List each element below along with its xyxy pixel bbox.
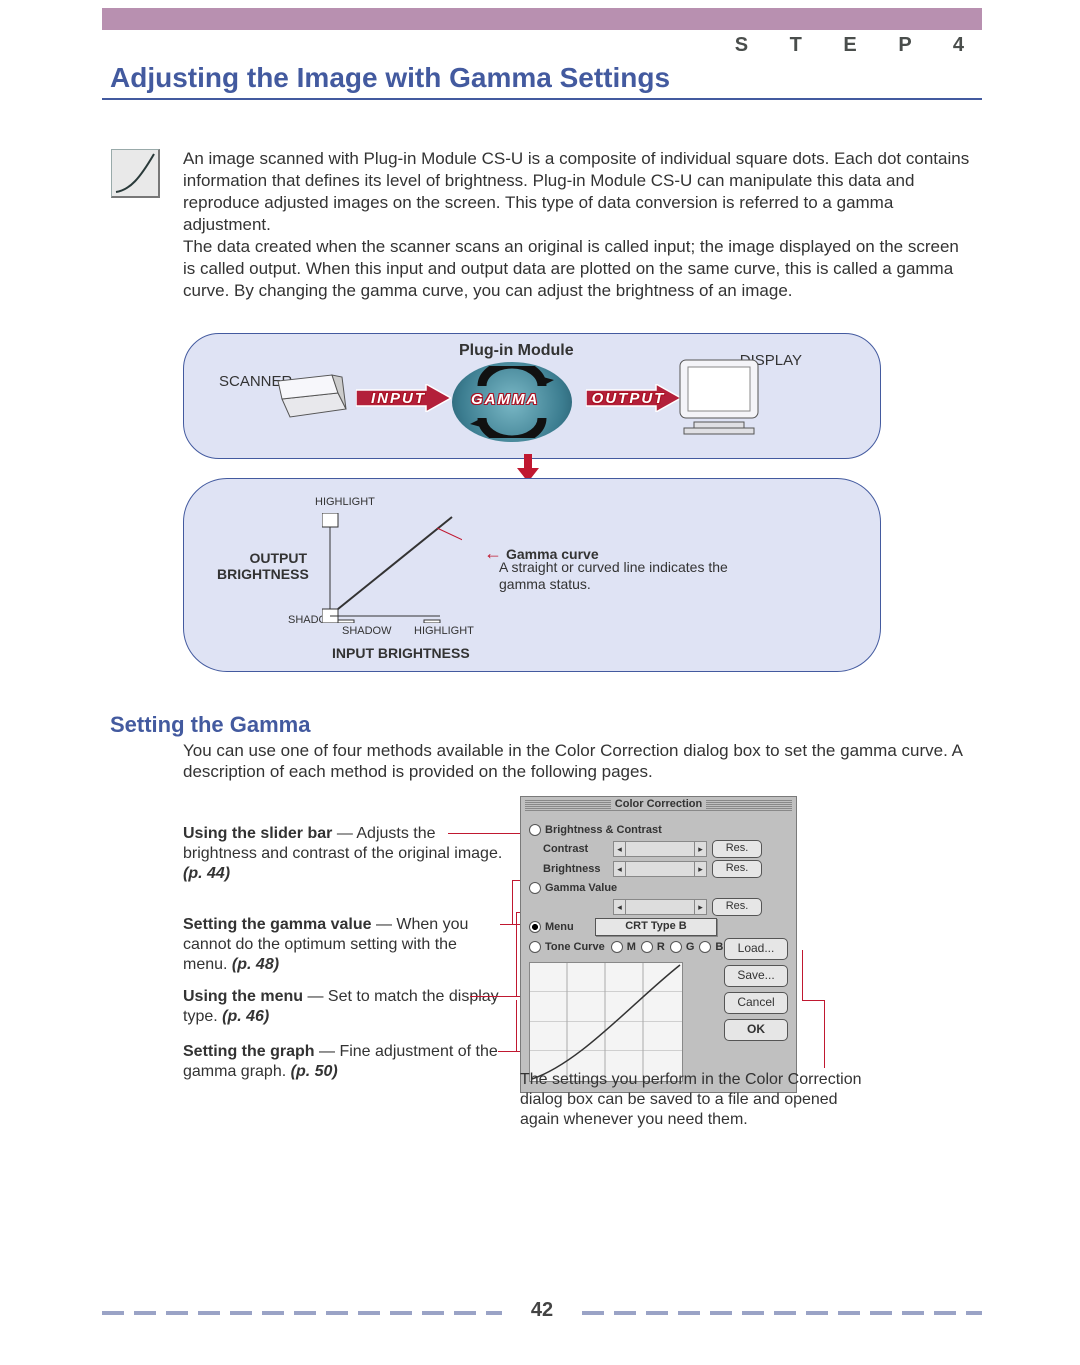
- color-correction-dialog: Color Correction Brightness & Contrast C…: [520, 796, 797, 1093]
- title-rule: [102, 98, 982, 100]
- shadow-x-label: SHADOW: [342, 625, 392, 637]
- output-arrow: OUTPUT: [586, 384, 671, 412]
- channel-m[interactable]: M: [611, 941, 636, 953]
- channel-label: G: [686, 941, 695, 953]
- connector-line: [516, 912, 517, 996]
- top-accent-bar: [102, 8, 982, 30]
- radio-label: Gamma Value: [545, 882, 617, 894]
- slider-right-icon[interactable]: ▸: [694, 842, 706, 856]
- channel-label: B: [715, 941, 723, 953]
- radio-label: Tone Curve: [545, 941, 605, 953]
- highlight-x-label: HIGHLIGHT: [414, 625, 474, 637]
- section-setting-gamma-heading: Setting the Gamma: [110, 712, 310, 738]
- method-gamma-value: Setting the gamma value — When you canno…: [183, 915, 503, 975]
- slider-right-icon[interactable]: ▸: [694, 862, 706, 876]
- connector-line: [802, 950, 803, 1000]
- radio-label: Brightness & Contrast: [545, 824, 662, 836]
- channel-b[interactable]: B: [699, 941, 723, 953]
- contrast-reset-button[interactable]: Res.: [712, 840, 762, 858]
- display-icon: [678, 358, 770, 436]
- save-button[interactable]: Save...: [724, 965, 788, 987]
- brightness-reset-button[interactable]: Res.: [712, 860, 762, 878]
- radio-icon: [529, 941, 541, 953]
- channel-g[interactable]: G: [670, 941, 695, 953]
- connector-line: [512, 880, 513, 924]
- channel-radios: M R G B: [611, 941, 727, 953]
- radio-label: Menu: [545, 921, 595, 933]
- tone-curve-graph[interactable]: [529, 962, 683, 1082]
- radio-icon: [611, 941, 623, 953]
- scanner-icon: [274, 369, 354, 429]
- radio-brightness-contrast[interactable]: Brightness & Contrast: [529, 822, 788, 838]
- menu-select[interactable]: CRT Type B: [595, 918, 717, 936]
- slider-left-icon[interactable]: ◂: [614, 842, 626, 856]
- intro-paragraph: An image scanned with Plug-in Module CS-…: [183, 148, 972, 302]
- input-arrow: INPUT: [356, 384, 441, 412]
- diagram-gamma-graph: HIGHLIGHT OUTPUT BRIGHTNESS SHADOW SHADO…: [183, 478, 881, 672]
- method-menu: Using the menu — Set to match the displa…: [183, 987, 503, 1027]
- radio-gamma-value[interactable]: Gamma Value: [529, 880, 788, 896]
- input-brightness-label: INPUT BRIGHTNESS: [332, 645, 470, 661]
- section-setting-gamma-desc: You can use one of four methods availabl…: [183, 740, 972, 782]
- load-button[interactable]: Load...: [724, 938, 788, 960]
- gamma-curve-desc: A straight or curved line indicates the …: [499, 559, 739, 593]
- output-arrow-label: OUTPUT: [592, 390, 666, 407]
- step-label: S T E P 4: [735, 34, 982, 57]
- gamma-label: GAMMA: [471, 391, 539, 408]
- radio-icon: [699, 941, 711, 953]
- method-title: Using the slider bar: [183, 825, 332, 842]
- radio-icon: [529, 882, 541, 894]
- brightness-label: Brightness: [543, 863, 613, 875]
- method-page: (p. 50): [291, 1063, 338, 1080]
- gamma-curve-thumbnail-icon: [111, 149, 160, 198]
- connector-line: [448, 833, 528, 834]
- channel-label: M: [627, 941, 636, 953]
- connector-line: [824, 1000, 825, 1068]
- page-title: Adjusting the Image with Gamma Settings: [110, 62, 670, 94]
- ok-button[interactable]: OK: [724, 1019, 788, 1041]
- brightness-slider[interactable]: ◂▸: [613, 861, 707, 877]
- radio-icon: [641, 941, 653, 953]
- method-page: (p. 44): [183, 865, 230, 882]
- gamma-value-slider[interactable]: ◂▸: [613, 899, 707, 915]
- method-title: Setting the graph: [183, 1043, 315, 1060]
- connector-line: [802, 1000, 824, 1001]
- slider-right-icon[interactable]: ▸: [694, 900, 706, 914]
- method-page: (p. 46): [222, 1008, 269, 1025]
- dialog-save-note: The settings you perform in the Color Co…: [520, 1070, 880, 1130]
- dialog-titlebar: Color Correction: [521, 797, 796, 814]
- page-footer: 42: [102, 1301, 982, 1325]
- radio-icon: [529, 824, 541, 836]
- dialog-title: Color Correction: [611, 798, 706, 810]
- method-graph: Setting the graph — Fine adjustment of t…: [183, 1042, 503, 1082]
- highlight-y-label: HIGHLIGHT: [315, 496, 375, 508]
- diagram-data-flow: Plug-in Module SCANNER DISPLAY GAMMA INP…: [183, 333, 881, 459]
- contrast-label: Contrast: [543, 843, 613, 855]
- contrast-slider[interactable]: ◂▸: [613, 841, 707, 857]
- input-arrow-label: INPUT: [371, 390, 426, 407]
- slider-left-icon[interactable]: ◂: [614, 900, 626, 914]
- connector-line: [516, 1000, 517, 1052]
- gamma-graph-icon: [322, 513, 462, 623]
- channel-r[interactable]: R: [641, 941, 665, 953]
- channel-label: R: [657, 941, 665, 953]
- method-title: Setting the gamma value: [183, 916, 372, 933]
- output-brightness-label: OUTPUT BRIGHTNESS: [217, 550, 307, 582]
- cancel-button[interactable]: Cancel: [724, 992, 788, 1014]
- slider-left-icon[interactable]: ◂: [614, 862, 626, 876]
- plugin-module-label: Plug-in Module: [459, 342, 574, 360]
- gamma-reset-button[interactable]: Res.: [712, 898, 762, 916]
- radio-icon: [529, 921, 541, 933]
- method-title: Using the menu: [183, 988, 303, 1005]
- method-page: (p. 48): [232, 956, 279, 973]
- radio-icon: [670, 941, 682, 953]
- footer-dashes-right-icon: [582, 1311, 982, 1315]
